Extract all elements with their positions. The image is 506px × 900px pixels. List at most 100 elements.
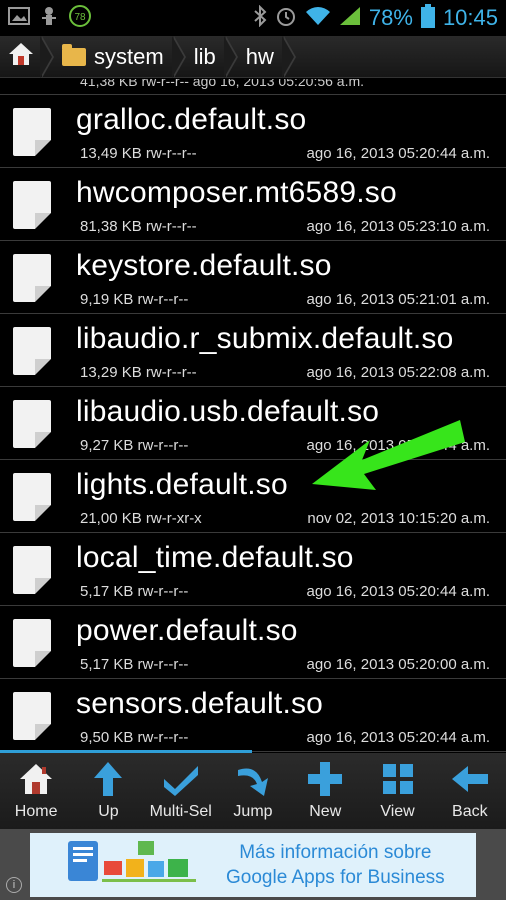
file-size-perms: 5,17 KB rw-r--r-- bbox=[80, 583, 189, 600]
up-arrow-icon bbox=[88, 759, 128, 799]
file-list[interactable]: 41,38 KB rw-r--r-- ago 16, 2013 05:20:56… bbox=[0, 79, 506, 752]
new-label: New bbox=[309, 803, 342, 820]
multi-select-button[interactable]: Multi-Sel bbox=[145, 753, 217, 829]
list-item[interactable]: local_time.default.so 5,17 KB rw-r--r-- … bbox=[0, 533, 506, 606]
checkmark-icon bbox=[161, 759, 201, 799]
file-size-perms: 21,00 KB rw-r-xr-x bbox=[80, 510, 202, 527]
list-item[interactable]: power.default.so 5,17 KB rw-r--r-- ago 1… bbox=[0, 606, 506, 679]
home-button[interactable]: Home bbox=[0, 753, 72, 829]
file-size-perms: 9,19 KB rw-r--r-- bbox=[80, 291, 189, 308]
list-item-highlighted[interactable]: lights.default.so 21,00 KB rw-r-xr-x nov… bbox=[0, 460, 506, 533]
up-button[interactable]: Up bbox=[72, 753, 144, 829]
file-size-perms: 9,50 KB rw-r--r-- bbox=[80, 729, 189, 746]
view-button[interactable]: View bbox=[361, 753, 433, 829]
file-date: ago 16, 2013 05:20:44 a.m. bbox=[306, 583, 490, 600]
battery-icon bbox=[420, 3, 435, 33]
file-size-perms: 5,17 KB rw-r--r-- bbox=[80, 656, 189, 673]
bluetooth-icon bbox=[253, 4, 267, 32]
breadcrumb-item-system[interactable]: system bbox=[56, 36, 174, 78]
file-name: libaudio.r_submix.default.so bbox=[76, 322, 454, 355]
file-size-perms: 13,49 KB rw-r--r-- bbox=[80, 145, 197, 162]
breadcrumb-separator bbox=[223, 35, 240, 78]
breadcrumb-separator bbox=[281, 35, 298, 78]
svg-text:78: 78 bbox=[74, 12, 86, 23]
back-button[interactable]: Back bbox=[434, 753, 506, 829]
ad-info-icon[interactable]: i bbox=[6, 877, 22, 893]
clock: 10:45 bbox=[442, 5, 498, 30]
file-icon bbox=[13, 108, 51, 156]
file-icon bbox=[13, 692, 51, 740]
file-icon bbox=[13, 546, 51, 594]
up-label: Up bbox=[98, 803, 119, 820]
jump-arrow-icon bbox=[233, 759, 273, 799]
alarm-icon bbox=[275, 5, 297, 32]
progress-badge-icon: 78 bbox=[68, 4, 92, 33]
home-label: Home bbox=[14, 803, 58, 820]
grid-view-icon bbox=[378, 759, 418, 799]
file-date: ago 16, 2013 05:20:44 a.m. bbox=[306, 437, 490, 454]
list-item[interactable]: libaudio.usb.default.so 9,27 KB rw-r--r-… bbox=[0, 387, 506, 460]
gallery-notification-icon bbox=[8, 6, 30, 31]
file-size-perms: 9,27 KB rw-r--r-- bbox=[80, 437, 189, 454]
file-date: ago 16, 2013 05:22:08 a.m. bbox=[306, 364, 490, 381]
file-name: lights.default.so bbox=[76, 468, 288, 501]
ad-text: Más información sobre Google Apps for Bu… bbox=[226, 840, 445, 890]
breadcrumb-separator bbox=[171, 35, 188, 78]
file-date: ago 16, 2013 05:20:00 a.m. bbox=[306, 656, 490, 673]
status-bar: 78 78% 10:45 bbox=[0, 0, 506, 36]
file-name: hwcomposer.mt6589.so bbox=[76, 176, 397, 209]
list-item[interactable]: sensors.default.so 9,50 KB rw-r--r-- ago… bbox=[0, 679, 506, 752]
back-arrow-icon bbox=[450, 759, 490, 799]
file-icon bbox=[13, 473, 51, 521]
file-date: nov 02, 2013 10:15:20 a.m. bbox=[307, 510, 490, 527]
ad-banner[interactable]: Más información sobre Google Apps for Bu… bbox=[30, 833, 476, 897]
file-icon bbox=[13, 181, 51, 229]
plus-icon bbox=[305, 759, 345, 799]
file-name: power.default.so bbox=[76, 614, 298, 647]
list-item[interactable]: libaudio.r_submix.default.so 13,29 KB rw… bbox=[0, 314, 506, 387]
home-icon bbox=[8, 41, 34, 73]
file-icon bbox=[13, 619, 51, 667]
back-label: Back bbox=[452, 803, 488, 820]
view-label: View bbox=[380, 803, 415, 820]
file-icon bbox=[13, 400, 51, 448]
debug-notification-icon bbox=[40, 5, 58, 32]
breadcrumb-home[interactable] bbox=[0, 36, 42, 78]
wifi-icon bbox=[305, 6, 331, 31]
bottom-toolbar: Home Up Multi-Sel Jump New View Back bbox=[0, 753, 506, 829]
file-meta: 41,38 KB rw-r--r-- ago 16, 2013 05:20:56… bbox=[80, 79, 365, 89]
file-date: ago 16, 2013 05:21:01 a.m. bbox=[306, 291, 490, 308]
breadcrumb-label: lib bbox=[193, 43, 216, 69]
breadcrumb-item-hw[interactable]: hw bbox=[240, 36, 284, 78]
file-icon bbox=[13, 254, 51, 302]
new-button[interactable]: New bbox=[289, 753, 361, 829]
list-item[interactable]: gralloc.default.so 13,49 KB rw-r--r-- ag… bbox=[0, 95, 506, 168]
file-icon bbox=[13, 327, 51, 375]
breadcrumb-separator bbox=[40, 35, 56, 78]
file-name: sensors.default.so bbox=[76, 687, 324, 720]
list-item[interactable]: keystore.default.so 9,19 KB rw-r--r-- ag… bbox=[0, 241, 506, 314]
file-size-perms: 13,29 KB rw-r--r-- bbox=[80, 364, 197, 381]
multi-select-label: Multi-Sel bbox=[149, 803, 212, 820]
file-date: ago 16, 2013 05:20:44 a.m. bbox=[306, 729, 490, 746]
signal-icon bbox=[339, 6, 361, 31]
jump-button[interactable]: Jump bbox=[217, 753, 289, 829]
file-name: keystore.default.so bbox=[76, 249, 332, 282]
google-apps-graphic bbox=[60, 835, 200, 895]
file-date: ago 16, 2013 05:20:44 a.m. bbox=[306, 145, 490, 162]
breadcrumb-item-lib[interactable]: lib bbox=[188, 36, 226, 78]
list-item[interactable]: hwcomposer.mt6589.so 81,38 KB rw-r--r-- … bbox=[0, 168, 506, 241]
home-icon bbox=[16, 759, 56, 799]
ad-line-2: Google Apps for Business bbox=[226, 867, 445, 888]
ad-line-1: Más información sobre bbox=[239, 842, 432, 863]
breadcrumb-label: system bbox=[94, 43, 164, 69]
file-name: local_time.default.so bbox=[76, 541, 354, 574]
jump-label: Jump bbox=[233, 803, 273, 820]
file-name: libaudio.usb.default.so bbox=[76, 395, 380, 428]
battery-level: 78% bbox=[368, 5, 413, 30]
file-name: gralloc.default.so bbox=[76, 103, 307, 136]
breadcrumb: system lib hw bbox=[0, 35, 506, 78]
file-date: ago 16, 2013 05:23:10 a.m. bbox=[306, 218, 490, 235]
file-size-perms: 81,38 KB rw-r--r-- bbox=[80, 218, 197, 235]
list-item-partial[interactable]: 41,38 KB rw-r--r-- ago 16, 2013 05:20:56… bbox=[0, 79, 506, 95]
